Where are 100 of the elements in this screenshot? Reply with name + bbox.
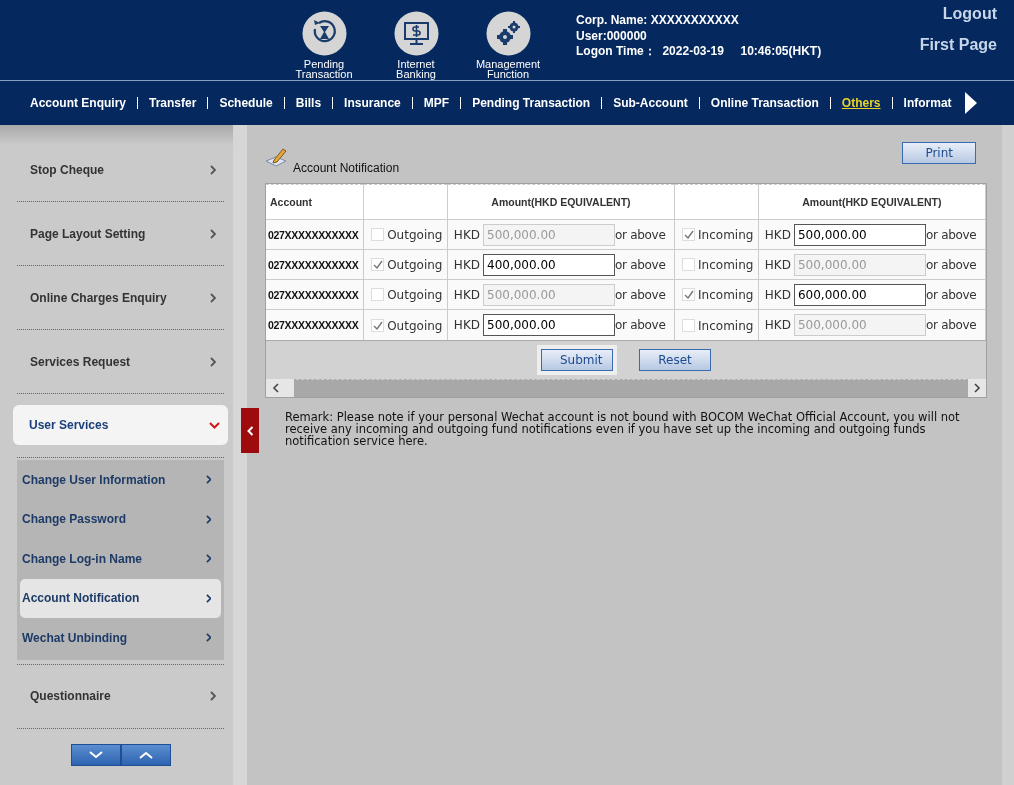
nav-item[interactable]: Account Enquiry [19, 97, 137, 109]
chevron-right-icon [210, 356, 216, 367]
shortcut-label[interactable]: Internet Banking [386, 59, 446, 79]
nav-item[interactable]: Insurance [332, 97, 412, 109]
collapse-sidebar-button[interactable] [241, 408, 259, 453]
checkbox[interactable] [682, 288, 696, 302]
remark-text: Remark: Please note if your personal Wechat account is not bound with BOCOM WeChat Official Account, you will not receive any incoming and outgoing fund notifications even if you have set up the incoming and outgoing funds notification service here. [285, 410, 961, 447]
account-number: 027XXXXXXXXXXX [268, 228, 359, 241]
chevron-right-icon [210, 691, 216, 701]
chevron-down-icon [209, 421, 220, 429]
chevron-up-icon [138, 750, 153, 759]
currency-label: HKD [453, 317, 480, 332]
print-button[interactable]: Print [902, 142, 976, 164]
hourglass-icon [313, 20, 336, 43]
chevron-right-icon [205, 554, 211, 564]
checkbox-label: Incoming [698, 257, 754, 272]
scroll-right-icon[interactable] [968, 379, 986, 397]
scroll-up-button[interactable] [120, 743, 171, 766]
chevron-left-icon [246, 425, 254, 436]
chevron-right-icon [205, 593, 211, 603]
form-button[interactable]: Reset [639, 348, 711, 371]
sidebar-subitem[interactable]: Wechat Unbinding [20, 618, 221, 658]
suffix-label: or above [925, 257, 977, 272]
chevron-down-icon [88, 750, 103, 759]
checkbox[interactable] [371, 288, 385, 302]
suffix-label: or above [925, 317, 977, 332]
amount-field[interactable]: 400,000.00 [483, 253, 615, 276]
chevron-right-icon [210, 292, 216, 303]
suffix-label: or above [615, 287, 666, 302]
checkbox-label: Outgoing [387, 257, 443, 272]
suffix-label: or above [615, 317, 666, 332]
nav-item[interactable]: Others [829, 97, 892, 109]
chevron-right-icon [205, 475, 211, 485]
sidebar-item[interactable]: Services Request [17, 330, 224, 394]
checkbox[interactable] [682, 318, 696, 332]
shortcut-icon[interactable] [301, 11, 347, 56]
header-link[interactable]: First Page [919, 36, 997, 54]
nav-item[interactable]: Informat [891, 97, 963, 109]
sidebar-item[interactable]: Stop Cheque [17, 138, 224, 202]
account-number: 027XXXXXXXXXXX [268, 258, 359, 271]
nav-item[interactable]: MPF [411, 97, 461, 109]
nav-item[interactable]: Bills [283, 97, 333, 109]
shortcut-icon[interactable] [393, 11, 439, 56]
checkbox[interactable] [371, 258, 385, 272]
amount-field[interactable]: 600,000.00 [793, 283, 926, 306]
currency-label: HKD [764, 227, 791, 242]
checkbox-label: Incoming [698, 318, 754, 332]
amount-field[interactable]: 500,000.00 [483, 313, 615, 336]
checkbox-label: Outgoing [387, 287, 443, 302]
chevron-right-icon [205, 514, 211, 524]
checkbox[interactable] [371, 228, 385, 242]
shortcut-label[interactable]: Pending Transaction [289, 59, 359, 79]
page-scrollbar[interactable] [1002, 125, 1014, 785]
sidebar-subitem[interactable]: Change Log-in Name [20, 539, 221, 579]
suffix-label: or above [615, 257, 666, 272]
chevron-right-icon [205, 633, 211, 643]
chevron-right-icon [210, 228, 216, 239]
sidebar-item[interactable]: Page Layout Setting [17, 202, 224, 266]
page-title: Account Notification [293, 161, 400, 175]
user-info-text: Corp. Name: XXXXXXXXXXX [576, 13, 740, 29]
checkbox[interactable] [682, 228, 696, 242]
currency-label: HKD [764, 257, 791, 272]
suffix-label: or above [615, 227, 666, 242]
shortcut-icon[interactable] [485, 11, 531, 56]
checkbox-label: Outgoing [387, 227, 443, 242]
checkbox[interactable] [682, 258, 696, 272]
sidebar-item[interactable]: Questionnaire [17, 664, 224, 729]
nav-item[interactable]: Schedule [207, 97, 284, 109]
checkbox-label: Outgoing [387, 318, 443, 332]
monitor-dollar-icon [403, 22, 429, 45]
sidebar-subitem[interactable]: Account Notification [20, 578, 221, 618]
nav-item[interactable]: Transfer [137, 97, 208, 109]
header-link[interactable]: Logout [942, 5, 997, 23]
currency-label: HKD [453, 257, 480, 272]
sidebar-subitem[interactable]: Change Password [20, 499, 221, 539]
account-number: 027XXXXXXXXXXX [268, 288, 359, 301]
amount-field[interactable]: 500,000.00 [793, 223, 926, 246]
gears-icon [496, 21, 520, 45]
notepad-pencil-icon [265, 147, 289, 169]
currency-label: HKD [453, 287, 480, 302]
currency-label: HKD [453, 227, 480, 242]
user-info-text: Logon Time： 2022-03-19 10:46:05(HKT) [576, 44, 822, 60]
scroll-right-icon[interactable] [964, 92, 977, 114]
nav-item[interactable]: Sub-Account [601, 97, 699, 109]
shortcut-label[interactable]: Management Function [468, 59, 548, 79]
sidebar-item[interactable]: Online Charges Enquiry [17, 266, 224, 330]
currency-label: HKD [764, 317, 791, 332]
user-info-text: User:000000 [576, 28, 648, 44]
scroll-down-button[interactable] [70, 743, 121, 766]
suffix-label: or above [925, 227, 977, 242]
currency-label: HKD [764, 287, 791, 302]
nav-item[interactable]: Online Transaction [698, 97, 830, 109]
checkbox[interactable] [371, 318, 385, 332]
sidebar-subitem[interactable]: Change User Information [20, 460, 221, 500]
sidebar-item[interactable]: User Services [13, 405, 228, 445]
checkbox-label: Incoming [698, 287, 754, 302]
scroll-left-icon[interactable] [266, 379, 294, 397]
suffix-label: or above [925, 287, 977, 302]
nav-item[interactable]: Pending Transaction [460, 97, 602, 109]
account-number: 027XXXXXXXXXXX [268, 318, 359, 331]
